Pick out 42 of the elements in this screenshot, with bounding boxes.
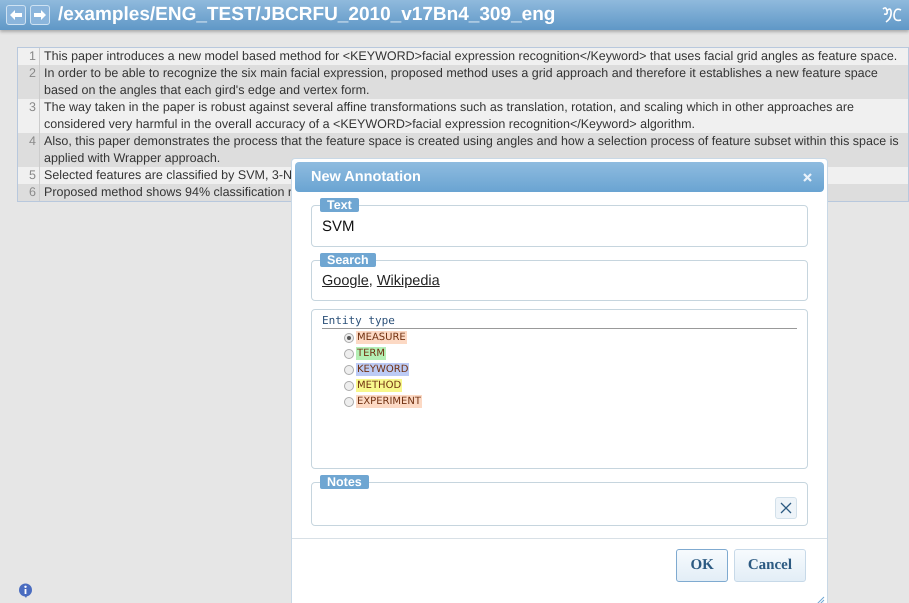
notes-legend: Notes [320, 475, 369, 489]
right-arrow-icon [34, 10, 46, 20]
sentence-text: The way taken in the paper is robust against several affine transformations such as translation, rotation, and scaling which in other approaches are considered very harmful in the overall accuracy of a <KEYWORD>facial expression recognition</Keyword> algorithm. [43, 99, 855, 133]
clear-icon [780, 502, 792, 514]
entity-label[interactable]: EXPERIMENT [356, 395, 422, 408]
resize-grip-icon[interactable] [815, 595, 825, 603]
radio-button[interactable] [344, 348, 354, 358]
line-number: 1 [18, 48, 40, 65]
sentence-text: In order to be able to recognize the six main facial expression, proposed method uses a grid approach and therefore it establishes a new feature space based on the angles that each gird's edge and vertex form. [43, 65, 879, 99]
line-number: 3 [18, 99, 40, 133]
radio-button[interactable] [344, 332, 354, 342]
line-number: 5 [18, 167, 40, 184]
entity-label[interactable]: MEASURE [356, 331, 407, 344]
left-arrow-icon [10, 10, 22, 20]
sentence-text: Selected features are classified by SVM, 3-N [43, 167, 294, 184]
search-link[interactable]: Wikipedia [376, 273, 440, 289]
radio-button[interactable] [344, 380, 354, 390]
comma: , [368, 273, 373, 289]
ok-button[interactable]: OK [676, 549, 728, 582]
entity-label[interactable]: TERM [356, 347, 386, 360]
entity-label[interactable]: METHOD [356, 379, 402, 392]
info-icon[interactable] [18, 583, 33, 598]
close-icon [803, 172, 812, 182]
text-legend: Text [320, 198, 359, 212]
clear-button[interactable] [775, 497, 797, 519]
radio-button[interactable] [344, 364, 354, 374]
document-path: /examples/ENG_TEST/JBCRFU_2010_v17Bn4_309_eng [58, 4, 556, 26]
entity-label[interactable]: KEYWORD [356, 363, 410, 376]
sentence-text: Also, this paper demonstrates the process that the feature space is created using angles and how a selection process of feature subset within this space is applied with Wrapper approach. [43, 133, 900, 167]
close-button[interactable] [803, 172, 812, 182]
search-legend: Search [320, 253, 376, 267]
selected-text: SVM [322, 217, 356, 237]
logo-icon [881, 6, 903, 24]
sentence-text: This paper introduces a new model based method for <KEYWORD>facial expression recognition</Keyword> that uses facial grid angles as feature space. [43, 48, 898, 65]
dialog-title: New Annotation [311, 169, 421, 185]
back-button[interactable] [6, 5, 26, 25]
line-number: 6 [18, 184, 40, 201]
forward-button[interactable] [30, 5, 50, 25]
search-link[interactable]: Google [322, 273, 369, 289]
entity-type-heading: Entity type [322, 314, 797, 329]
radio-button[interactable] [344, 396, 354, 406]
cancel-button[interactable]: Cancel [734, 549, 806, 582]
